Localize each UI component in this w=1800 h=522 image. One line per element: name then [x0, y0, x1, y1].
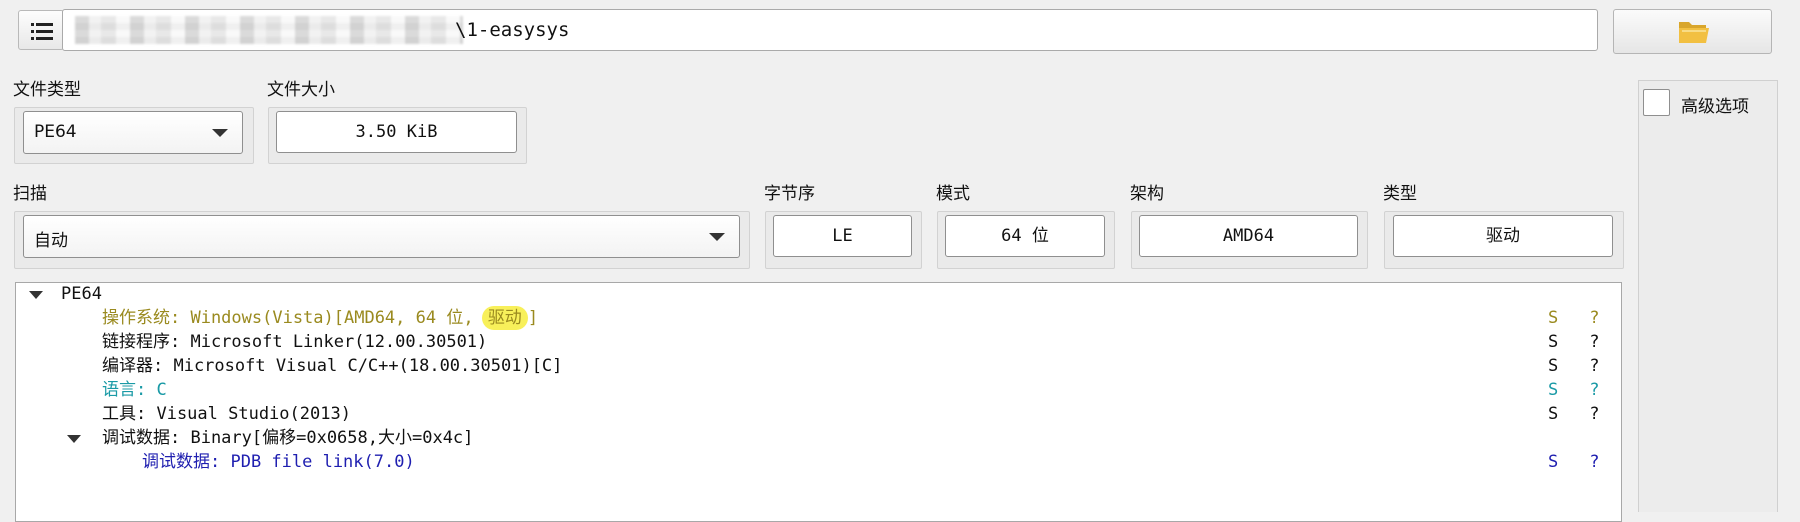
flag-q: ? [1589, 356, 1600, 376]
mode-value: 64 位 [945, 215, 1105, 257]
tree-item-debug-data[interactable]: 调试数据: Binary[偏移=0x0658,大小=0x4c] [102, 427, 473, 449]
chevron-down-icon [709, 233, 725, 241]
tree-item-language[interactable]: 语言: C [102, 379, 167, 401]
file-type-select[interactable]: PE64 [23, 111, 243, 154]
flag-s: S [1548, 308, 1559, 328]
mode-label: 模式 [936, 184, 970, 204]
flag-q: ? [1589, 404, 1600, 424]
advanced-panel [1638, 80, 1778, 512]
tree-item-os[interactable]: 操作系统: Windows(Vista)[AMD64, 64 位, 驱动] [102, 306, 539, 330]
scan-select[interactable]: 自动 [23, 215, 740, 258]
flag-s: S [1548, 404, 1559, 424]
flag-q: ? [1589, 452, 1600, 472]
type-label: 类型 [1383, 184, 1417, 204]
file-type-label: 文件类型 [13, 80, 81, 100]
collapse-arrow-icon[interactable] [29, 291, 43, 299]
arch-label: 架构 [1130, 184, 1164, 204]
redacted-path-segment [75, 16, 463, 44]
folder-open-icon [1679, 22, 1709, 43]
arch-value: AMD64 [1139, 215, 1358, 257]
scan-result-tree[interactable]: PE64 操作系统: Windows(Vista)[AMD64, 64 位, 驱… [15, 282, 1622, 522]
menu-list-icon [31, 23, 53, 40]
tree-item-pdb-link[interactable]: 调试数据: PDB file link(7.0) [142, 451, 415, 473]
tree-item-tool[interactable]: 工具: Visual Studio(2013) [102, 403, 351, 425]
file-size-value: 3.50 KiB [276, 111, 517, 153]
file-size-label: 文件大小 [267, 80, 335, 100]
tree-item-pdb-link-flags: S? [1548, 452, 1600, 472]
scan-value: 自动 [34, 231, 68, 251]
tree-item-os-text: 操作系统: Windows(Vista)[AMD64, 64 位, [102, 308, 484, 328]
flag-s: S [1548, 452, 1559, 472]
advanced-options-checkbox[interactable] [1643, 89, 1670, 116]
tree-root-item[interactable]: PE64 [61, 283, 102, 305]
flag-q: ? [1589, 380, 1600, 400]
tree-item-os-flags: S? [1548, 308, 1600, 328]
tree-item-linker-flags: S? [1548, 332, 1600, 352]
flag-q: ? [1589, 308, 1600, 328]
chevron-down-icon [212, 129, 228, 137]
type-value: 驱动 [1393, 215, 1613, 257]
menu-button[interactable] [18, 10, 64, 50]
file-type-value: PE64 [34, 122, 77, 142]
flag-s: S [1548, 332, 1559, 352]
tree-item-compiler-flags: S? [1548, 356, 1600, 376]
scan-label: 扫描 [13, 184, 47, 204]
tree-item-tool-flags: S? [1548, 404, 1600, 424]
advanced-options-label: 高级选项 [1681, 97, 1749, 117]
tree-item-os-tail: ] [527, 308, 539, 328]
tree-item-compiler[interactable]: 编译器: Microsoft Visual C/C++(18.00.30501)… [102, 355, 562, 377]
tree-item-language-flags: S? [1548, 380, 1600, 400]
flag-s: S [1548, 380, 1559, 400]
highlight-driver: 驱动 [481, 306, 528, 330]
endianness-label: 字节序 [764, 184, 815, 204]
flag-q: ? [1589, 332, 1600, 352]
open-file-button[interactable] [1613, 9, 1772, 54]
endianness-value: LE [773, 215, 912, 257]
file-path-input[interactable]: \1-easysys [62, 9, 1598, 51]
tree-item-linker[interactable]: 链接程序: Microsoft Linker(12.00.30501) [102, 331, 487, 353]
flag-s: S [1548, 356, 1559, 376]
file-path-value: \1-easysys [455, 19, 570, 41]
collapse-arrow-icon[interactable] [67, 435, 81, 443]
